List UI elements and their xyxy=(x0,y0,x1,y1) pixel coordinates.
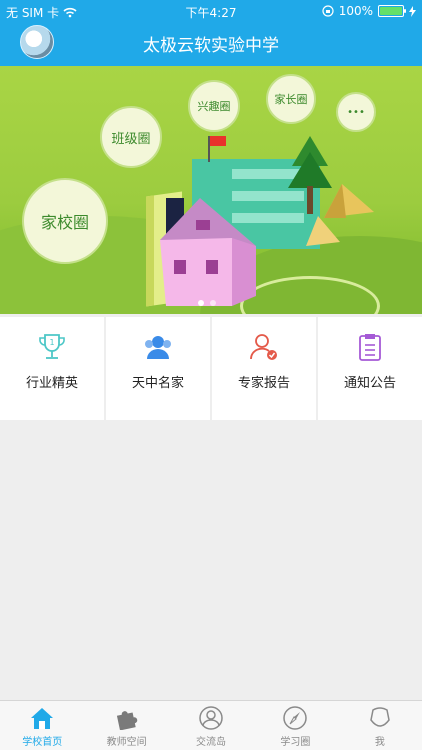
trophy-icon: 1 xyxy=(39,334,65,359)
banner-tent xyxy=(306,216,340,246)
tab-label: 我 xyxy=(374,737,385,748)
compass-icon xyxy=(283,706,308,730)
charging-icon xyxy=(409,5,416,17)
orientation-lock-icon xyxy=(322,5,334,17)
banner-flag xyxy=(210,136,226,146)
tab-label: 学习圈 xyxy=(280,737,311,748)
home-icon xyxy=(31,708,54,729)
menu-item-label: 天中名家 xyxy=(131,376,184,391)
banner-house xyxy=(160,198,256,306)
clipboard-icon xyxy=(359,334,381,361)
tab-exchange-island[interactable]: 交流岛 xyxy=(169,701,253,750)
bubble-interest[interactable]: 兴趣圈 xyxy=(188,80,240,132)
banner-carousel[interactable]: 家校圈 班级圈 兴趣圈 家长圈 ••• xyxy=(0,66,422,314)
user-circle-icon xyxy=(199,706,223,730)
menu-item-famous[interactable]: 天中名家 xyxy=(106,317,210,420)
menu-item-notice[interactable]: 通知公告 xyxy=(318,317,422,420)
menu-item-label: 通知公告 xyxy=(343,376,396,391)
top-bar: 无 SIM 卡 下午4:27 100% 太极云软实验中学 xyxy=(0,0,422,66)
battery-percent: 100% xyxy=(338,4,373,18)
feature-menu: 1 行业精英 天中名家 专家报告 通知公告 xyxy=(0,317,422,420)
banner-tent xyxy=(324,184,374,218)
bubble-more[interactable]: ••• xyxy=(336,92,376,132)
carousel-dot xyxy=(210,300,216,306)
tab-label: 交流岛 xyxy=(196,737,227,748)
menu-item-elite[interactable]: 1 行业精英 xyxy=(0,317,104,420)
bubble-home-school[interactable]: 家校圈 xyxy=(22,178,108,264)
verified-user-icon xyxy=(250,334,277,360)
carousel-dot xyxy=(198,300,204,306)
status-bar: 无 SIM 卡 下午4:27 100% xyxy=(0,0,422,22)
puzzle-icon xyxy=(116,711,137,730)
tab-school-home[interactable]: 学校首页 xyxy=(0,701,84,750)
tab-label: 学校首页 xyxy=(22,737,63,748)
bubble-parents[interactable]: 家长圈 xyxy=(266,74,316,124)
menu-item-label: 专家报告 xyxy=(237,376,290,391)
tab-label: 教师空间 xyxy=(106,737,147,748)
tab-teacher-space[interactable]: 教师空间 xyxy=(84,701,168,750)
menu-item-expert-report[interactable]: 专家报告 xyxy=(212,317,316,420)
tab-me[interactable]: 我 xyxy=(338,701,422,750)
bubble-class[interactable]: 班级圈 xyxy=(100,106,162,168)
tab-bar: 学校首页 教师空间 交流岛 学习圈 我 xyxy=(0,700,422,750)
person-icon xyxy=(370,707,390,727)
svg-text:1: 1 xyxy=(49,338,54,347)
group-icon xyxy=(145,336,171,359)
menu-item-label: 行业精英 xyxy=(25,376,78,391)
tab-study-circle[interactable]: 学习圈 xyxy=(253,701,337,750)
battery-icon xyxy=(378,5,406,17)
page-title: 太极云软实验中学 xyxy=(143,36,279,56)
carousel-indicator xyxy=(198,300,216,306)
